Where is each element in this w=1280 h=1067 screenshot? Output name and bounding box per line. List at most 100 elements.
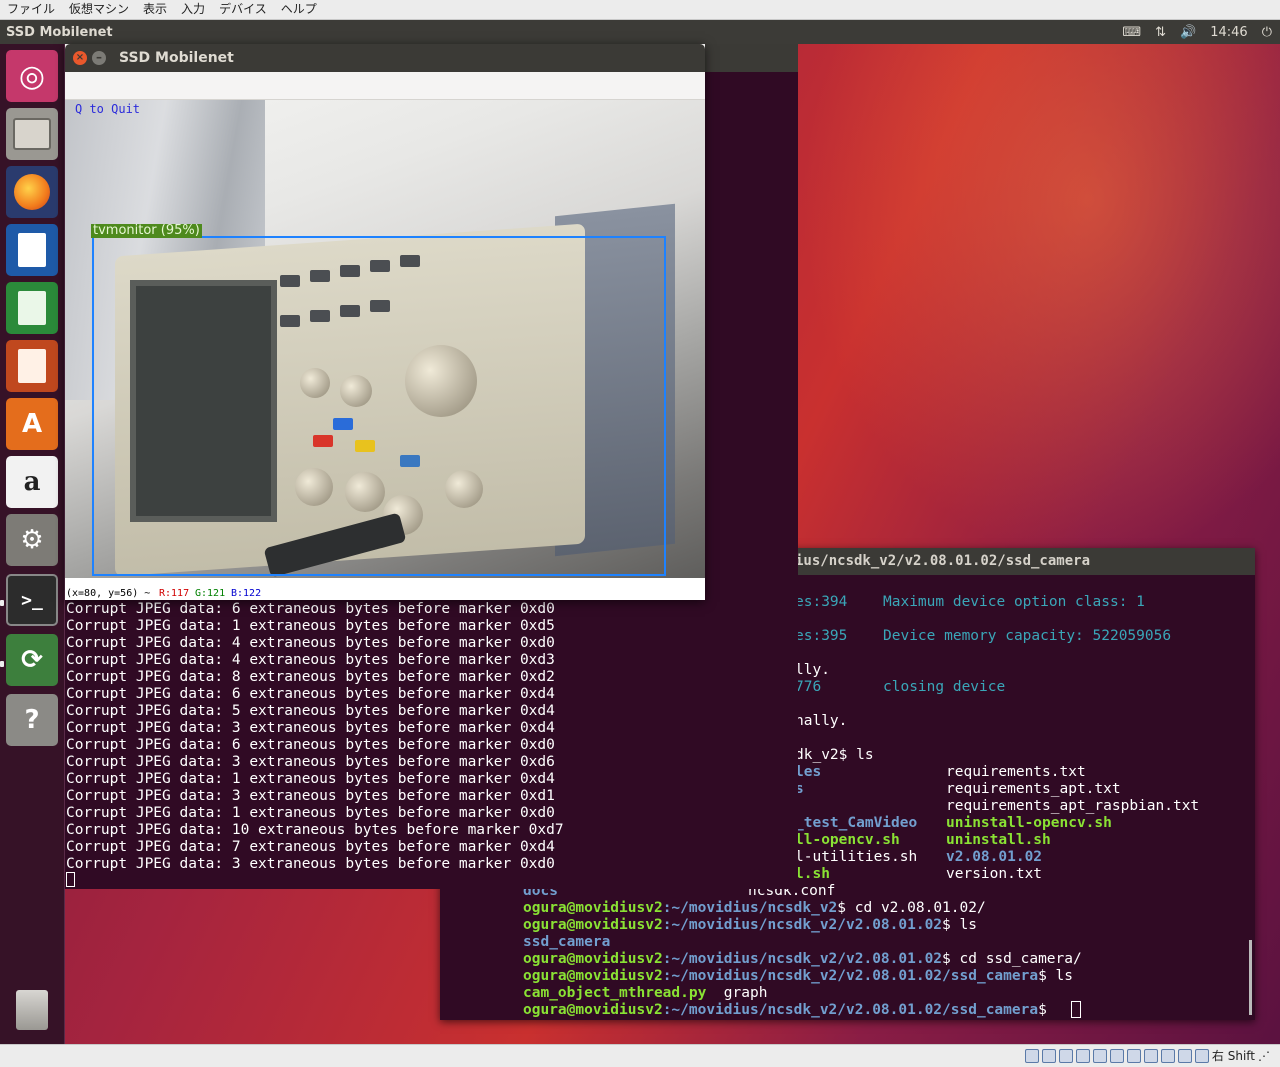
terminal-cursor — [1071, 1001, 1081, 1018]
terminal-line: Corrupt JPEG data: 3 extraneous bytes be… — [66, 754, 555, 770]
output-line: closing device — [883, 679, 1006, 695]
mouse-integration-icon[interactable] — [1177, 1048, 1192, 1063]
trash-icon[interactable] — [6, 984, 58, 1036]
output-line: uninstall-opencv.sh — [946, 815, 1112, 831]
menu-view[interactable]: 表示 — [136, 0, 174, 19]
minimize-icon[interactable]: – — [92, 51, 106, 65]
terminal-line: Corrupt JPEG data: 1 extraneous bytes be… — [66, 805, 555, 821]
output-line: nally. — [795, 713, 848, 729]
camera-titlebar[interactable]: × – SSD Mobilenet — [65, 44, 705, 72]
firefox-icon[interactable] — [6, 166, 58, 218]
output-line: ssd_camera — [523, 934, 611, 950]
menu-machine[interactable]: 仮想マシン — [62, 0, 136, 19]
output-line: requirements_apt.txt — [946, 781, 1121, 797]
clock[interactable]: 14:46 — [1210, 25, 1247, 40]
launcher: ◎ A a ⚙ >_ ⟳ ? — [0, 44, 65, 1044]
cursor-coords: (x=80, y=56) ~ — [66, 588, 151, 599]
menu-help[interactable]: ヘルプ — [274, 0, 324, 19]
prompt-line: ogura@movidiusv2:~/movidius/ncsdk_v2/v2.… — [523, 917, 977, 933]
terminal-line: Corrupt JPEG data: 1 extraneous bytes be… — [66, 618, 555, 634]
software-center-icon[interactable]: A — [6, 398, 58, 450]
system-settings-icon[interactable]: ⚙ — [6, 514, 58, 566]
output-line: ll-opencv.sh — [795, 832, 900, 848]
vbox-statusbar: 右 Shift ⋰ — [0, 1044, 1280, 1067]
writer-icon[interactable] — [6, 224, 58, 276]
quit-hint: Q to Quit — [75, 102, 141, 116]
network-icon[interactable]: ⇅ — [1155, 25, 1166, 40]
output-line: version.txt — [946, 866, 1043, 882]
terminal-line: Corrupt JPEG data: 7 extraneous bytes be… — [66, 839, 555, 855]
output-line: Device memory capacity: 522059056 — [883, 628, 1172, 644]
usb-icon[interactable] — [1092, 1048, 1107, 1063]
network-icon[interactable] — [1075, 1048, 1090, 1063]
output-line: 776 — [795, 679, 822, 695]
terminal-line: Corrupt JPEG data: 3 extraneous bytes be… — [66, 720, 555, 736]
keyboard-icon[interactable]: ⌨ — [1122, 25, 1141, 40]
camera-window-title: SSD Mobilenet — [119, 50, 234, 66]
camera-statusbar: (x=80, y=56) ~ R:117 G:121 B:122 — [65, 578, 705, 600]
active-window-title: SSD Mobilenet — [6, 24, 113, 40]
terminal-line: Corrupt JPEG data: 3 extraneous bytes be… — [66, 788, 555, 804]
impress-icon[interactable] — [6, 340, 58, 392]
terminal-line: Corrupt JPEG data: 1 extraneous bytes be… — [66, 771, 555, 787]
output-line: uninstall.sh — [946, 832, 1051, 848]
calc-icon[interactable] — [6, 282, 58, 334]
terminal-icon[interactable]: >_ — [6, 574, 58, 626]
shared-folder-icon[interactable] — [1109, 1048, 1124, 1063]
terminal-line: Corrupt JPEG data: 4 extraneous bytes be… — [66, 635, 555, 651]
prompt-line: ogura@movidiusv2:~/movidius/ncsdk_v2$ cd… — [523, 900, 986, 916]
pixel-red: R:117 — [159, 588, 190, 599]
terminal-line: Corrupt JPEG data: 10 extraneous bytes b… — [66, 822, 564, 838]
power-icon[interactable]: ⏻ — [1262, 25, 1272, 40]
keyboard-capture-icon[interactable] — [1194, 1048, 1209, 1063]
camera-window[interactable]: × – SSD Mobilenet Q to Quit tvmonitor (9… — [65, 44, 705, 600]
terminal-line: Corrupt JPEG data: 6 extraneous bytes be… — [66, 601, 555, 617]
recording-icon[interactable] — [1143, 1048, 1158, 1063]
output-line: dk_v2$ ls — [795, 747, 874, 763]
prompt-line: ogura@movidiusv2:~/movidius/ncsdk_v2/v2.… — [523, 951, 1082, 967]
files-icon[interactable] — [6, 108, 58, 160]
detection-label: tvmonitor (95%) — [91, 223, 202, 238]
terminal-line: Corrupt JPEG data: 6 extraneous bytes be… — [66, 737, 555, 753]
software-updater-icon[interactable]: ⟳ — [6, 634, 58, 686]
audio-icon[interactable] — [1058, 1048, 1073, 1063]
pixel-green: G:121 — [195, 588, 226, 599]
scrollbar[interactable] — [1249, 940, 1252, 1015]
camera-toolbar — [65, 72, 705, 100]
top-panel: SSD Mobilenet ⌨ ⇅ 🔊 14:46 ⏻ — [0, 20, 1280, 44]
prompt-line: ogura@movidiusv2:~/movidius/ncsdk_v2/v2.… — [523, 968, 1073, 984]
camera-frame: Q to Quit tvmonitor (95%) — [65, 100, 705, 578]
running-indicator — [0, 661, 4, 667]
output-line: es:394 — [795, 594, 848, 610]
close-icon[interactable]: × — [73, 51, 87, 65]
help-icon[interactable]: ? — [6, 694, 58, 746]
menu-file[interactable]: ファイル — [0, 0, 62, 19]
output-line: lly. — [795, 662, 830, 678]
output-line: cam_object_mthread.py graph — [523, 985, 768, 1001]
terminal-cursor — [66, 872, 75, 887]
volume-icon[interactable]: 🔊 — [1180, 25, 1196, 40]
output-line: l.sh — [795, 866, 830, 882]
output-line: l-utilities.sh — [795, 849, 918, 865]
output-line: v2.08.01.02 — [946, 849, 1043, 865]
output-line: les — [795, 764, 822, 780]
display-icon[interactable] — [1126, 1048, 1141, 1063]
terminal-line: Corrupt JPEG data: 8 extraneous bytes be… — [66, 669, 555, 685]
cpu-icon[interactable] — [1160, 1048, 1175, 1063]
output-line: Maximum device option class: 1 — [883, 594, 1145, 610]
terminal-line: Corrupt JPEG data: 5 extraneous bytes be… — [66, 703, 555, 719]
terminal-title: ius/ncsdk_v2/v2.08.01.02/ssd_camera — [795, 553, 1091, 569]
vbox-menubar: ファイル 仮想マシン 表示 入力 デバイス ヘルプ — [0, 0, 1280, 20]
terminal-line: Corrupt JPEG data: 3 extraneous bytes be… — [66, 856, 555, 872]
detection-box — [92, 236, 666, 576]
menu-input[interactable]: 入力 — [174, 0, 212, 19]
hdd-icon[interactable] — [1024, 1048, 1039, 1063]
menu-devices[interactable]: デバイス — [212, 0, 274, 19]
output-line: requirements_apt_raspbian.txt — [946, 798, 1200, 814]
terminal-line: Corrupt JPEG data: 4 extraneous bytes be… — [66, 652, 555, 668]
amazon-icon[interactable]: a — [6, 456, 58, 508]
prompt-line: ogura@movidiusv2:~/movidius/ncsdk_v2/v2.… — [523, 1002, 1056, 1018]
ubuntu-dash-icon[interactable]: ◎ — [6, 50, 58, 102]
optical-icon[interactable] — [1041, 1048, 1056, 1063]
wallpaper-glow — [800, 44, 1280, 564]
